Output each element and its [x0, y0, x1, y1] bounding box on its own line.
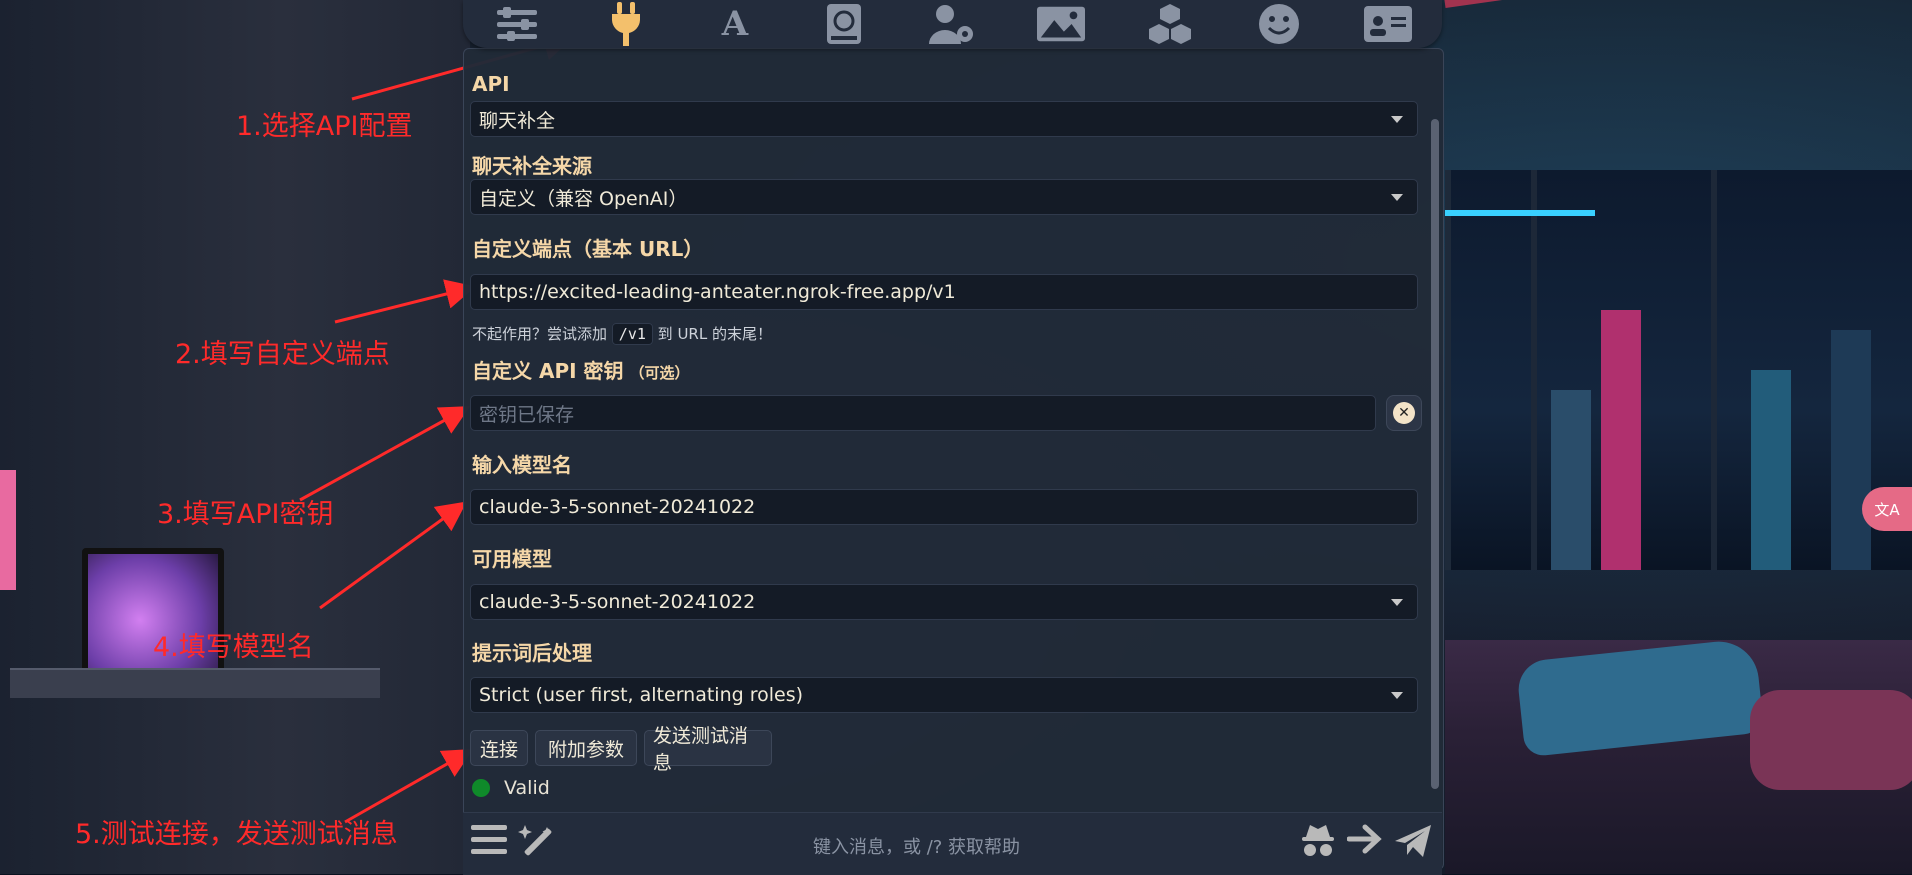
chat-input-bar: 键入消息，或 /? 获取帮助: [463, 812, 1442, 875]
sliders-icon[interactable]: [493, 0, 541, 48]
image-icon[interactable]: [1037, 0, 1086, 48]
smile-icon[interactable]: [1255, 0, 1303, 48]
city-building: [1551, 390, 1591, 570]
panel-scrollbar[interactable]: [1431, 119, 1439, 789]
window-frame: [1531, 170, 1537, 570]
magic-wand-icon[interactable]: [517, 823, 557, 868]
status-text: Valid: [504, 777, 550, 799]
prompt-postprocessing-select[interactable]: Strict (user first, alternating roles): [470, 677, 1418, 713]
incognito-icon[interactable]: [1300, 823, 1336, 868]
city-building: [1751, 370, 1791, 570]
city-building: [1831, 330, 1871, 570]
api-key-label-text: 自定义 API 密钥: [472, 359, 624, 383]
background-desk: [10, 668, 380, 698]
send-icon[interactable]: [1393, 823, 1433, 868]
font-icon[interactable]: A: [711, 0, 759, 48]
api-key-input[interactable]: 密钥已保存: [470, 395, 1376, 431]
message-input[interactable]: 键入消息，或 /? 获取帮助: [813, 833, 1020, 859]
endpoint-hint: 不起作用？尝试添加 /v1 到 URL 的末尾！: [472, 323, 772, 345]
extra-params-button[interactable]: 附加参数: [535, 730, 637, 766]
annotation-step-2: 2.填写自定义端点: [175, 339, 390, 370]
available-models-label: 可用模型: [472, 547, 552, 571]
api-select[interactable]: 聊天补全: [470, 101, 1418, 137]
hint-text: 不起作用？尝试添加: [472, 325, 608, 343]
api-label: API: [472, 72, 510, 96]
send-test-message-button[interactable]: 发送测试消息: [644, 725, 772, 774]
neon-panel: [0, 470, 16, 590]
annotation-step-4: 4.填写模型名: [153, 632, 314, 663]
hint-code: /v1: [611, 323, 653, 345]
cubes-icon[interactable]: [1146, 0, 1194, 48]
custom-endpoint-input[interactable]: https://excited-leading-anteater.ngrok-f…: [470, 274, 1418, 310]
annotation-step-5: 5.测试连接，发送测试消息: [75, 819, 398, 850]
annotation-step-1: 1.选择API配置: [236, 111, 413, 142]
connect-button[interactable]: 连接: [470, 730, 528, 766]
available-models-select[interactable]: claude-3-5-sonnet-20241022: [470, 584, 1418, 620]
optional-tag: （可选）: [629, 364, 690, 382]
translate-icon[interactable]: 文A: [1862, 487, 1912, 531]
api-connection-panel: API 聊天补全 聊天补全来源 自定义（兼容 OpenAI） 自定义端点（基本 …: [463, 48, 1444, 870]
clear-key-button[interactable]: ✕: [1386, 395, 1422, 431]
chat-completion-source-select[interactable]: 自定义（兼容 OpenAI）: [470, 179, 1418, 215]
top-nav-bar: A: [463, 0, 1442, 48]
book-globe-icon[interactable]: [820, 0, 868, 48]
endpoint-label: 自定义端点（基本 URL）: [472, 237, 704, 261]
status-indicator: [472, 779, 490, 797]
user-gear-icon[interactable]: [928, 0, 976, 48]
hint-text: 到 URL 的末尾！: [657, 325, 772, 343]
prompt-postprocessing-label: 提示词后处理: [472, 641, 592, 665]
window-frame: [1711, 170, 1717, 570]
neon-strip: [1445, 210, 1595, 216]
neon-light: [1444, 0, 1911, 8]
close-icon: ✕: [1393, 402, 1415, 424]
plug-icon[interactable]: [602, 0, 650, 48]
model-name-label: 输入模型名: [472, 453, 572, 477]
menu-icon[interactable]: [471, 823, 507, 864]
source-label: 聊天补全来源: [472, 154, 592, 178]
annotation-step-3: 3.填写API密钥: [157, 499, 334, 530]
connection-status: Valid: [472, 777, 550, 799]
model-name-input[interactable]: claude-3-5-sonnet-20241022: [470, 489, 1418, 525]
background-window: [1445, 170, 1912, 570]
arrow-right-icon[interactable]: [1346, 823, 1383, 864]
city-building: [1601, 310, 1641, 570]
background-pillow: [1750, 690, 1912, 790]
id-card-icon[interactable]: [1363, 0, 1412, 48]
api-key-label: 自定义 API 密钥 （可选）: [472, 355, 690, 384]
